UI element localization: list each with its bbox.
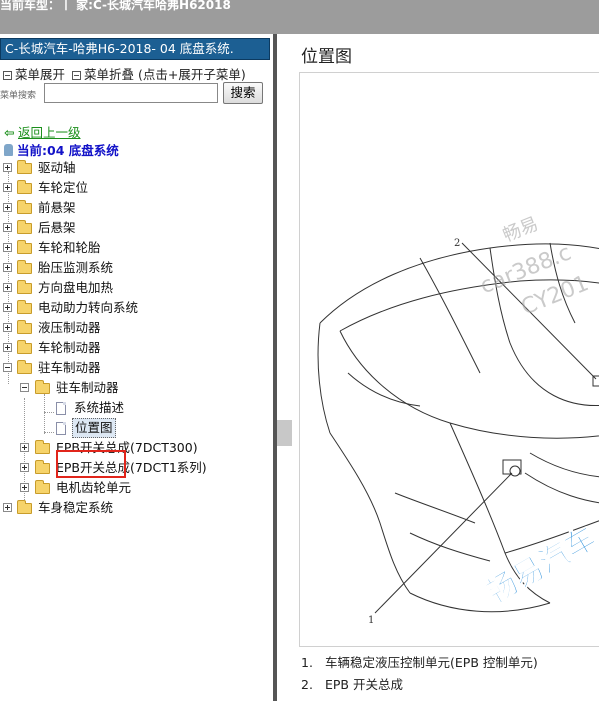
location-diagram: 2 1 畅易 car388.c CY201 畅易汽车 xyxy=(299,72,599,647)
menu-collapse-link[interactable]: 菜单折叠 (点击+展开子菜单) xyxy=(84,67,246,82)
back-link-label[interactable]: 返回上一级 xyxy=(18,125,81,140)
expand-icon[interactable] xyxy=(3,71,12,80)
folder-icon xyxy=(17,300,32,314)
folder-icon xyxy=(17,220,32,234)
folder-icon xyxy=(17,160,32,174)
search-input[interactable] xyxy=(44,83,218,103)
back-arrow-icon: ⇦ xyxy=(4,125,15,140)
watermark-text: 畅易 xyxy=(500,213,541,246)
current-location-label: 当前:04 底盘系统 xyxy=(17,143,119,158)
sidebar: C-长城汽车-哈弗H6-2018- 04 底盘系统. 菜单展开 菜单折叠 (点击… xyxy=(0,34,273,701)
legend-item: 1. 车辆稳定液压控制单元(EPB 控制单元) xyxy=(301,655,538,670)
menu-controls: 菜单展开 菜单折叠 (点击+展开子菜单) xyxy=(0,64,246,83)
car-line-drawing: 2 1 畅易 car388.c CY201 畅易汽车 xyxy=(317,213,599,626)
folder-icon xyxy=(17,360,32,374)
folder-icon xyxy=(17,260,32,274)
content-pane: 位置图 2 1 畅易 car388.c CY201 畅易汽车 1. 车辆稳定液压… xyxy=(292,34,599,701)
folder-icon xyxy=(17,320,32,334)
folder-icon xyxy=(17,280,32,294)
back-link[interactable]: ⇦ 返回上一级 xyxy=(4,122,81,141)
folder-icon xyxy=(17,240,32,254)
document-icon xyxy=(56,402,66,415)
location-pin-icon xyxy=(4,144,13,156)
callout-1: 1 xyxy=(368,615,374,626)
search-label: 菜单搜索 xyxy=(0,91,37,101)
top-bar: 当前车型：丨 家:C-长城汽车哈弗H62018 xyxy=(0,0,599,34)
splitter-handle[interactable] xyxy=(277,420,292,446)
current-location: 当前:04 底盘系统 xyxy=(4,140,119,159)
folder-icon xyxy=(17,340,32,354)
folder-icon xyxy=(17,200,32,214)
sidebar-title: C-长城汽车-哈弗H6-2018- 04 底盘系统. xyxy=(0,38,270,60)
document-icon xyxy=(56,422,66,435)
folder-icon xyxy=(17,500,32,514)
pane-divider[interactable] xyxy=(273,34,277,701)
folder-icon xyxy=(35,480,50,494)
folder-open-icon xyxy=(35,380,50,394)
legend-list: 1. 车辆稳定液压控制单元(EPB 控制单元) 2. EPB 开关总成 xyxy=(301,652,538,696)
legend-item: 2. EPB 开关总成 xyxy=(301,677,403,692)
highlight-box xyxy=(56,450,126,478)
folder-icon xyxy=(17,180,32,194)
menu-expand-link[interactable]: 菜单展开 xyxy=(15,67,65,82)
page-title: 位置图 xyxy=(301,47,352,67)
folder-icon xyxy=(35,460,50,474)
collapse-icon[interactable] xyxy=(72,71,81,80)
vehicle-model-header: 当前车型：丨 家:C-长城汽车哈弗H62018 xyxy=(0,0,231,12)
search-button[interactable]: 搜索 xyxy=(223,82,263,104)
folder-icon xyxy=(35,440,50,454)
callout-2: 2 xyxy=(454,238,460,249)
